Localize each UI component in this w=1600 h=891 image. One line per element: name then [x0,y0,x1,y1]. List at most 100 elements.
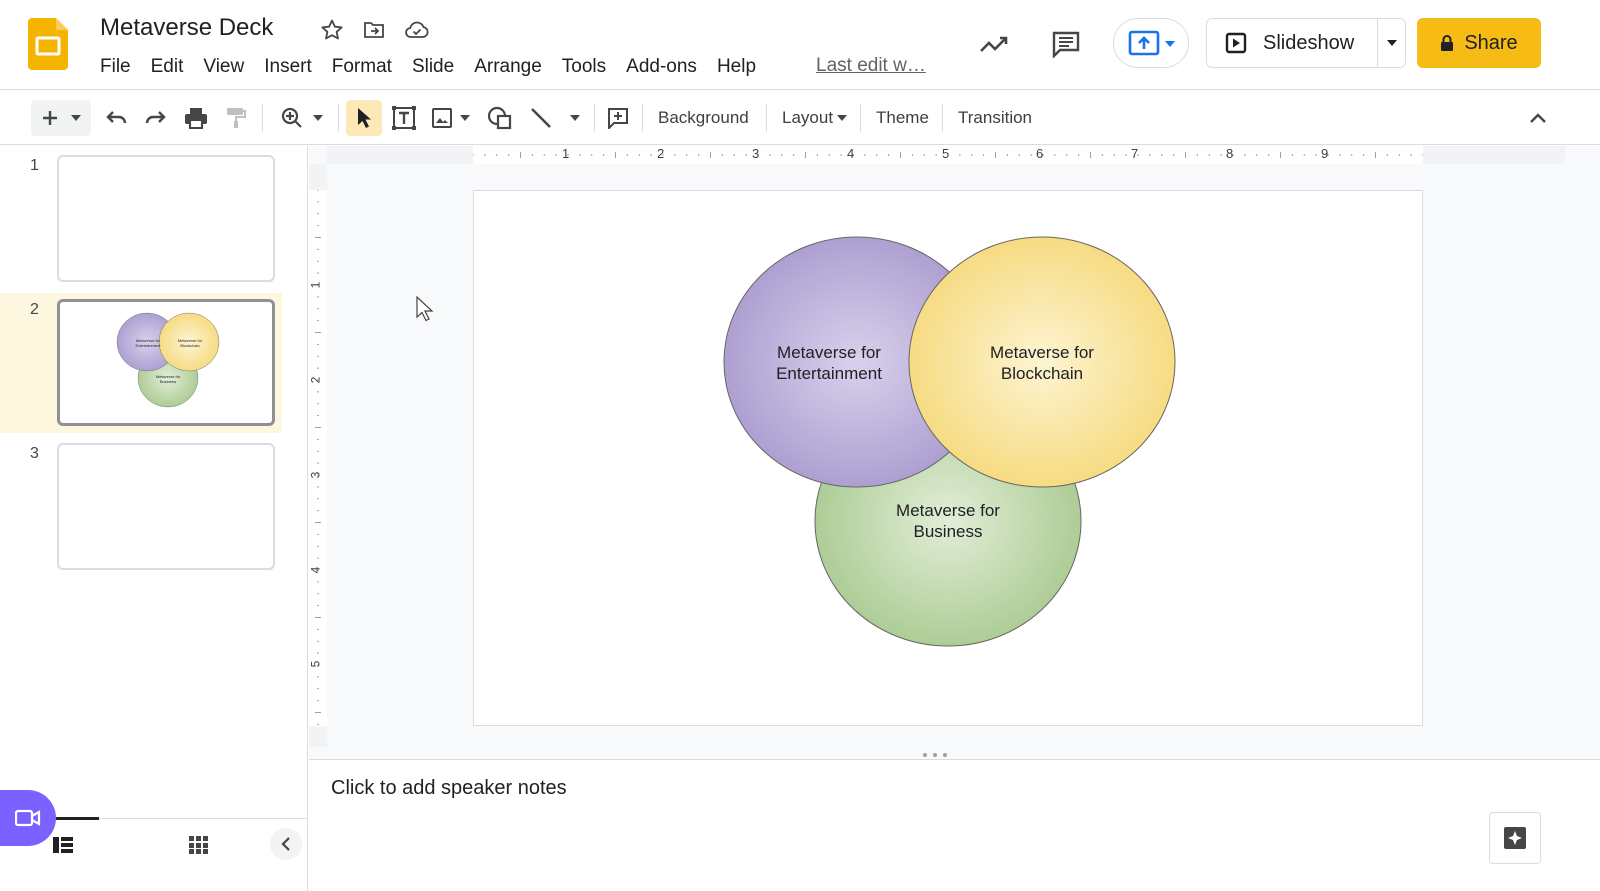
slide-thumbnail-2[interactable]: Metaverse for Entertainment Metaverse fo… [57,299,275,426]
line-chevron-down-icon [570,115,580,121]
label-line: Business [913,522,983,541]
slideshow-label: Slideshow [1263,31,1355,54]
text-box-icon[interactable] [388,100,420,136]
menu-arrange[interactable]: Arrange [464,54,552,82]
ruler-tick-label: 3 [308,471,323,479]
background-button[interactable]: Background [652,100,755,136]
ruler-tick-label: 7 [1131,146,1139,161]
slideshow-button-group: Slideshow [1206,18,1406,68]
slide-number: 1 [30,157,39,174]
zoom-button[interactable] [272,100,332,136]
label-line: Metaverse for [896,501,1000,520]
image-chevron-down-icon [460,115,470,121]
thumb-label-blockchain: Metaverse for Blockchain [177,338,203,348]
label-line: Metaverse for [990,343,1094,362]
collapse-toolbar-chevron-up-icon[interactable] [1522,100,1554,136]
menu-view[interactable]: View [193,54,254,82]
select-tool-icon[interactable] [346,100,382,136]
line-icon [530,107,552,129]
share-button[interactable]: Share [1417,18,1541,68]
redo-icon[interactable] [140,100,172,136]
add-comment-icon[interactable] [602,100,634,136]
ruler-tick-label: 4 [308,566,323,574]
layout-button[interactable]: Layout [776,100,853,136]
label-line: Metaverse for [777,343,881,362]
menu-tools[interactable]: Tools [552,54,616,82]
undo-icon[interactable] [100,100,132,136]
mouse-cursor-icon [416,295,434,327]
ruler-tick-label: 5 [308,660,323,668]
comments-icon[interactable] [1048,26,1084,62]
zoom-icon [281,107,303,129]
venn-diagram [723,236,1176,647]
ruler-tick-label: 5 [942,146,950,161]
theme-button[interactable]: Theme [870,100,935,136]
label-line: Blockchain [1000,364,1084,383]
ruler-tick-label: 2 [308,376,323,384]
layout-chevron-down-icon [837,115,848,121]
slide-number: 3 [30,445,39,462]
menu-help[interactable]: Help [707,54,766,82]
shape-icon[interactable] [484,100,516,136]
paint-format-icon[interactable] [220,100,252,136]
transition-button[interactable]: Transition [952,100,1038,136]
zoom-chevron-down-icon [313,115,323,121]
menu-insert[interactable]: Insert [254,54,322,82]
slides-logo-icon[interactable] [28,18,68,70]
present-to-meeting-button[interactable] [1113,18,1189,68]
menu-format[interactable]: Format [322,54,402,82]
line-tool-button[interactable] [526,100,584,136]
insert-image-button[interactable] [426,100,476,136]
ruler-tick-label: 3 [752,146,760,161]
thumb-label-entertainment: Metaverse for Entertainment [135,338,161,348]
star-icon[interactable] [318,16,346,44]
move-folder-icon[interactable] [360,16,388,44]
meet-video-camera-icon[interactable] [0,790,56,846]
ruler-tick-label: 9 [1321,146,1329,161]
lock-icon [1440,34,1454,52]
menu-file[interactable]: File [90,54,141,82]
label-blockchain: Metaverse for Blockchain [957,342,1127,384]
new-slide-button[interactable] [31,100,91,136]
speaker-notes-placeholder[interactable]: Click to add speaker notes [331,777,567,800]
image-icon [432,108,452,128]
label-entertainment: Metaverse for Entertainment [744,342,914,384]
grid-view-icon[interactable] [186,834,212,856]
filmstrip-view-icon[interactable] [50,834,76,856]
label-line: Entertainment [776,364,882,383]
thumb-label-business: Metaverse for Business [155,374,181,384]
share-label: Share [1464,31,1518,54]
menu-bar: File Edit View Insert Format Slide Arran… [90,54,766,82]
slide-thumbnail-1[interactable] [57,155,275,282]
last-edit-link[interactable]: Last edit w… [816,55,926,77]
document-title[interactable]: Metaverse Deck [100,14,273,42]
vertical-ruler-ticks [315,190,321,725]
explore-icon[interactable] [1489,812,1541,864]
app-header: Metaverse Deck File Edit View Insert For… [0,0,1600,90]
print-icon[interactable] [180,100,212,136]
ruler-tick-label: 1 [562,146,570,161]
filmstrip-view-indicator [56,817,99,820]
activity-dashboard-icon[interactable] [976,26,1012,62]
slideshow-options-chevron-down-icon[interactable] [1378,19,1406,67]
cloud-status-icon[interactable] [403,16,431,44]
menu-edit[interactable]: Edit [141,54,194,82]
menu-add-ons[interactable]: Add-ons [616,54,707,82]
ruler-tick-label: 1 [308,281,323,289]
slide-number: 2 [30,301,39,318]
notes-resize-handle[interactable] [309,750,1600,760]
slide-canvas[interactable]: Metaverse for Entertainment Metaverse fo… [473,190,1423,726]
drag-handle-icon [923,753,947,757]
speaker-notes-panel[interactable]: Click to add speaker notes [309,761,1600,891]
label-business: Metaverse for Business [863,500,1033,542]
ruler-tick-label: 2 [657,146,665,161]
slide-thumbnail-3[interactable] [57,443,275,570]
ruler-tick-label: 6 [1036,146,1044,161]
venn-thumbnail-preview [116,312,220,408]
ruler-tick-label: 4 [847,146,855,161]
menu-slide[interactable]: Slide [402,54,464,82]
ruler-tick-label: 8 [1226,146,1234,161]
slideshow-button[interactable]: Slideshow [1207,19,1377,67]
toolbar: Background Layout Theme Transition [0,90,1600,145]
collapse-panel-chevron-left-icon[interactable] [270,828,302,860]
